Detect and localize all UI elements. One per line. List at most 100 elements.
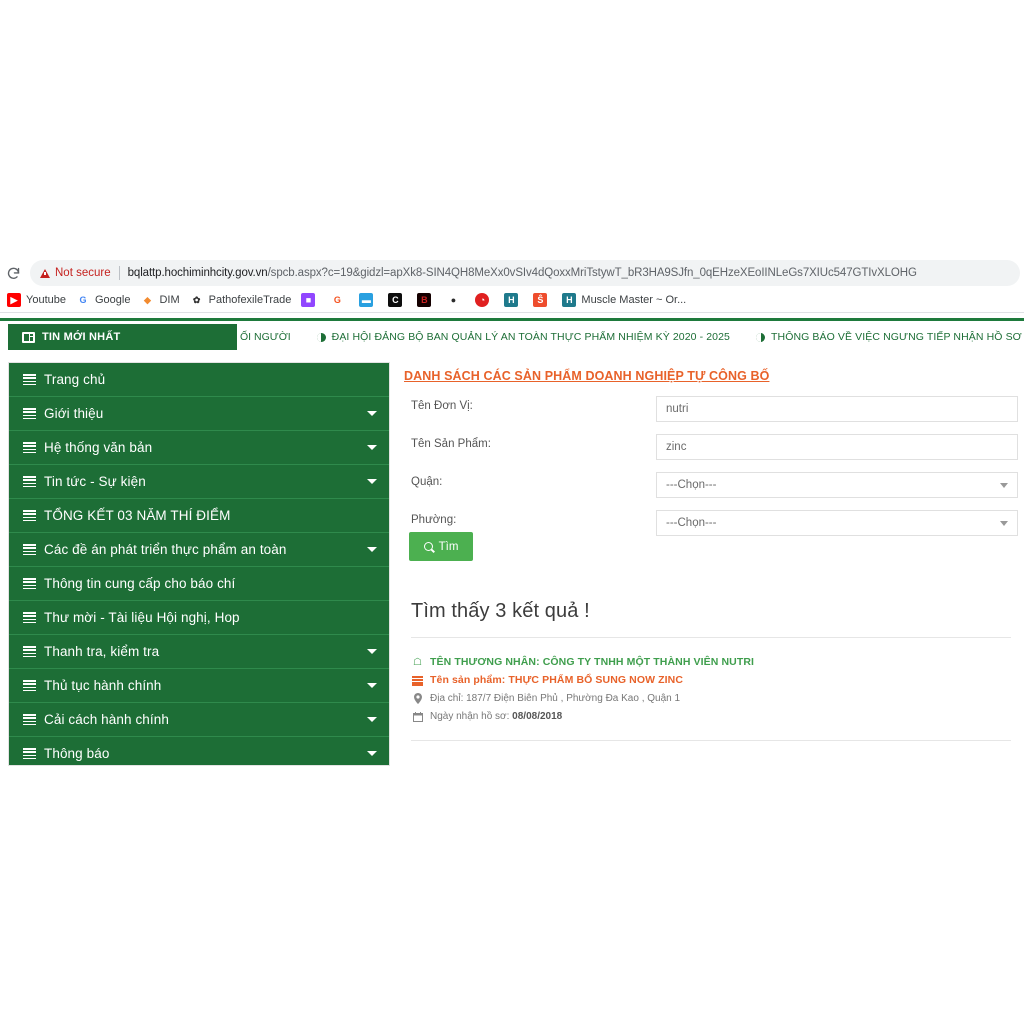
- list-icon: [23, 408, 36, 420]
- chevron-down-icon[interactable]: [367, 445, 377, 450]
- sidebar-item-5[interactable]: Các đề án phát triển thực phẩm an toàn: [9, 533, 389, 567]
- bookmark-item[interactable]: B: [412, 290, 441, 310]
- input-ten-don-vi[interactable]: nutri: [656, 396, 1018, 422]
- ticker-item[interactable]: ĐẠI HỘI ĐẢNG BỘ BAN QUẢN LÝ AN TOÀN THỰC…: [316, 331, 730, 343]
- webpage: TIN MỚI NHẤT ỐI NGƯỜI ĐẠI HỘI ĐẢNG BỘ BAN…: [0, 318, 1024, 766]
- bookmark-item[interactable]: H: [499, 290, 528, 310]
- bookmark-item[interactable]: ◆ DIM: [135, 290, 184, 310]
- sidebar-item-1[interactable]: Giới thiệu: [9, 397, 389, 431]
- sidebar-item-10[interactable]: Cải cách hành chính: [9, 703, 389, 737]
- sidebar-item-label: Giới thiệu: [44, 406, 104, 421]
- result-merchant-label: TÊN THƯƠNG NHÂN: CÔNG TY TNHH MỘT THÀNH …: [430, 656, 755, 668]
- reload-icon[interactable]: [2, 262, 24, 284]
- bookmark-label: Youtube: [26, 293, 66, 306]
- label-quan: Quận:: [411, 476, 443, 488]
- sidebar-item-label: Tin tức - Sự kiện: [44, 474, 146, 489]
- list-icon: [23, 442, 36, 454]
- newspaper-icon: [22, 331, 35, 343]
- sidebar-item-label: Thủ tục hành chính: [44, 678, 162, 693]
- sidebar-item-8[interactable]: Thanh tra, kiểm tra: [9, 635, 389, 669]
- omnibox-row: Not secure bqlattp.hochiminhcity.gov.vn/…: [0, 258, 1024, 288]
- address-bar[interactable]: Not secure bqlattp.hochiminhcity.gov.vn/…: [30, 260, 1020, 286]
- bookmark-item[interactable]: G Google: [71, 290, 135, 310]
- bookmark-item[interactable]: Ŝ: [528, 290, 557, 310]
- sidebar-item-4[interactable]: TỔNG KẾT 03 NĂM THÍ ĐIỂM: [9, 499, 389, 533]
- select-quan[interactable]: ---Chọn---: [656, 472, 1018, 498]
- bookmark-item[interactable]: C: [383, 290, 412, 310]
- blue-app-icon: ▬: [359, 293, 374, 307]
- bookmark-item[interactable]: G: [325, 290, 354, 310]
- sidebar-item-label: Trang chủ: [44, 372, 106, 387]
- result-address-label: Địa chỉ: 187/7 Điện Biên Phủ , Phường Đa…: [430, 693, 681, 704]
- chevron-down-icon[interactable]: [1000, 482, 1008, 488]
- result-item[interactable]: ☖ TÊN THƯƠNG NHÂN: CÔNG TY TNHH MỘT THÀNH…: [398, 638, 1024, 740]
- sidebar-item-2[interactable]: Hệ thống văn bản: [9, 431, 389, 465]
- bookmark-item[interactable]: ●: [441, 290, 470, 310]
- bookmark-item[interactable]: ▶ Youtube: [2, 290, 71, 310]
- h-teal-icon: H: [504, 293, 519, 307]
- shopee-icon: Ŝ: [533, 293, 548, 307]
- contrast-icon: [316, 332, 326, 342]
- sidebar-item-9[interactable]: Thủ tục hành chính: [9, 669, 389, 703]
- news-ticker: ỐI NGƯỜI ĐẠI HỘI ĐẢNG BỘ BAN QUẢN LÝ AN T…: [240, 324, 1024, 350]
- news-ticker-bar: TIN MỚI NHẤT ỐI NGƯỜI ĐẠI HỘI ĐẢNG BỘ BAN…: [0, 318, 1024, 350]
- latest-news-badge[interactable]: TIN MỚI NHẤT: [8, 324, 237, 350]
- result-date-text: Ngày nhận hồ sơ: 08/08/2018: [430, 710, 562, 723]
- chrome-bottom-border: [0, 312, 1024, 316]
- not-secure-indicator[interactable]: Not secure: [40, 267, 111, 279]
- form-row-quan: Quận: ---Chọn---: [398, 472, 1024, 510]
- ticker-item-label: THÔNG BÁO VỀ VIỆC NGƯNG TIẾP NHẬN HỒ SƠ …: [771, 331, 1024, 343]
- bookmark-label: Google: [94, 293, 131, 306]
- bookmark-label: DIM: [159, 293, 180, 306]
- bookmark-item[interactable]: ▬: [354, 290, 383, 310]
- input-ten-san-pham[interactable]: zinc: [656, 434, 1018, 460]
- result-date-value: 08/08/2018: [512, 711, 563, 722]
- bookmark-item[interactable]: ✿ PathofexileTrade: [185, 290, 297, 310]
- result-date-line: Ngày nhận hồ sơ: 08/08/2018: [411, 710, 1011, 723]
- browser-chrome: Not secure bqlattp.hochiminhcity.gov.vn/…: [0, 258, 1024, 316]
- sidebar-item-6[interactable]: Thông tin cung cấp cho báo chí: [9, 567, 389, 601]
- chevron-down-icon[interactable]: [367, 751, 377, 756]
- select-phuong[interactable]: ---Chọn---: [656, 510, 1018, 536]
- h-teal2-icon: H: [562, 293, 577, 307]
- sidebar-item-11[interactable]: Thông báo: [9, 737, 389, 765]
- sidebar-item-label: Hệ thống văn bản: [44, 440, 153, 455]
- form-row-ten-don-vi: Tên Đơn Vị: nutri: [398, 396, 1024, 434]
- chevron-down-icon[interactable]: [367, 717, 377, 722]
- latest-news-label: TIN MỚI NHẤT: [42, 331, 121, 343]
- field-value: ---Chọn---: [666, 479, 717, 491]
- sidebar-item-0[interactable]: Trang chủ: [9, 363, 389, 397]
- search-button[interactable]: Tìm: [409, 532, 473, 561]
- sidebar-item-label: Thư mời - Tài liệu Hội nghị, Hop: [44, 610, 240, 625]
- sidebar-item-7[interactable]: Thư mời - Tài liệu Hội nghị, Hop: [9, 601, 389, 635]
- sidebar-item-label: Thanh tra, kiểm tra: [44, 644, 160, 659]
- list-icon: [411, 674, 424, 687]
- chevron-down-icon[interactable]: [367, 683, 377, 688]
- globe-dark-icon: ●: [446, 293, 461, 307]
- url-path: /spcb.aspx?c=19&gidzl=apXk8-SIN4QH8MeXx0…: [267, 267, 917, 279]
- chevron-down-icon[interactable]: [367, 479, 377, 484]
- search-icon: [423, 542, 433, 551]
- list-icon: [23, 748, 36, 760]
- contrast-icon: [756, 332, 765, 342]
- calendar-icon: [411, 710, 424, 723]
- field-value: nutri: [666, 403, 689, 415]
- sidebar-item-3[interactable]: Tin tức - Sự kiện: [9, 465, 389, 499]
- list-icon: [23, 578, 36, 590]
- bookmark-item[interactable]: H Muscle Master ~ Or...: [557, 290, 691, 310]
- bookmark-item[interactable]: ■: [296, 290, 325, 310]
- chevron-down-icon[interactable]: [367, 547, 377, 552]
- warning-triangle-icon: [40, 268, 50, 278]
- opera-red-icon: ◔: [475, 293, 490, 307]
- url-text: bqlattp.hochiminhcity.gov.vn/spcb.aspx?c…: [128, 267, 917, 279]
- ticker-item[interactable]: THÔNG BÁO VỀ VIỆC NGƯNG TIẾP NHẬN HỒ SƠ …: [756, 331, 1024, 343]
- chevron-down-icon[interactable]: [367, 411, 377, 416]
- chevron-down-icon[interactable]: [367, 649, 377, 654]
- ticker-item-clipped[interactable]: ỐI NGƯỜI: [240, 331, 291, 343]
- sidebar-item-label: TỔNG KẾT 03 NĂM THÍ ĐIỂM: [44, 508, 231, 523]
- list-icon: [23, 544, 36, 556]
- bookmark-item[interactable]: ◔: [470, 290, 499, 310]
- page-title: DANH SÁCH CÁC SẢN PHẨM DOANH NGHIỆP TỰ C…: [404, 369, 770, 383]
- chevron-down-icon[interactable]: [1000, 520, 1008, 526]
- result-address-line: Địa chỉ: 187/7 Điện Biên Phủ , Phường Đa…: [411, 692, 1011, 705]
